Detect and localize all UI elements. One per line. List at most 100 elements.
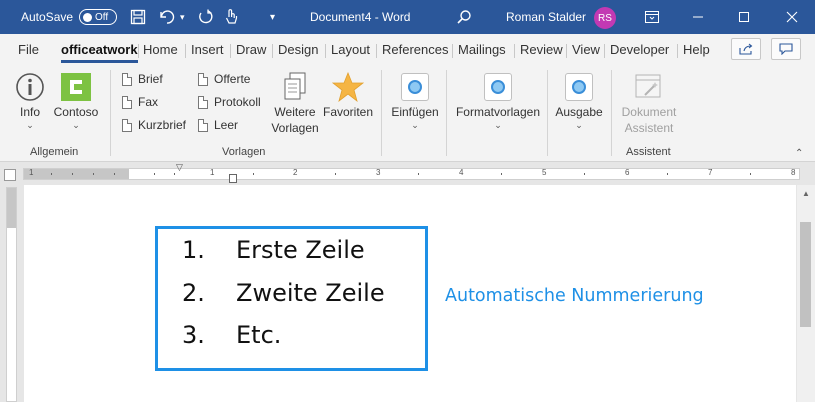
tab-design[interactable]: Design (278, 42, 318, 57)
tab-developer[interactable]: Developer (610, 42, 669, 57)
list-number: 3. (182, 321, 205, 349)
info-button[interactable]: Info ⌄ (15, 70, 45, 130)
minimize-icon[interactable] (675, 0, 721, 34)
search-icon[interactable] (456, 0, 472, 34)
document-icon (198, 95, 208, 109)
chevron-down-icon: ⌄ (575, 120, 583, 130)
autosave-toggle[interactable]: Off (79, 9, 117, 25)
undo-dropdown-icon[interactable]: ▾ (180, 0, 185, 34)
tab-draw[interactable]: Draw (236, 42, 266, 57)
ruler-number: 7 (708, 168, 713, 177)
info-label: Info (19, 105, 40, 119)
ruler-number: 5 (542, 168, 547, 177)
ausgabe-button[interactable]: Ausgabe ⌄ (553, 70, 605, 130)
tab-references[interactable]: References (382, 42, 448, 57)
template-protokoll-label: Protokoll (214, 95, 261, 109)
tab-home[interactable]: Home (143, 42, 178, 57)
chevron-down-icon: ⌄ (72, 120, 80, 130)
template-offerte-button[interactable]: Offerte (198, 72, 250, 86)
ausgabe-icon (565, 70, 593, 104)
ruler-tick (93, 173, 94, 175)
ruler-number: 8 (791, 168, 796, 177)
weitere-vorlagen-button[interactable]: Weitere Vorlagen (270, 70, 320, 136)
tab-layout[interactable]: Layout (331, 42, 370, 57)
chevron-down-icon: ⌄ (494, 120, 502, 130)
horizontal-ruler-area: 1 1 2 3 4 5 6 7 8 ▽ (0, 162, 815, 184)
group-divider (381, 70, 382, 156)
info-icon (15, 70, 45, 104)
template-leer-button[interactable]: Leer (198, 118, 238, 132)
save-icon[interactable] (130, 0, 146, 34)
document-icon (198, 72, 208, 86)
ruler-number: 2 (293, 168, 298, 177)
autosave-state: Off (95, 11, 109, 23)
document-icon (122, 118, 132, 132)
einfuegen-icon (401, 70, 429, 104)
formatvorlagen-icon (484, 70, 512, 104)
einfuegen-button[interactable]: Einfügen ⌄ (388, 70, 442, 130)
tab-insert[interactable]: Insert (191, 42, 224, 57)
ruler-tick (501, 173, 502, 175)
ribbon-tabs: File officeatwork Home Insert Draw Desig… (0, 34, 815, 64)
dokument-assistent-button[interactable]: Dokument Assistent (618, 70, 680, 136)
touch-mode-icon[interactable] (224, 0, 238, 34)
vorlagen-sub-label: Vorlagen (271, 121, 319, 135)
list-item[interactable]: 1. Erste Zeile (182, 236, 365, 264)
ruler-number: 1 (29, 168, 34, 177)
ribbon: Info ⌄ Contoso ⌄ Allgemein Brief Fax Kur… (0, 64, 815, 162)
group-divider (547, 70, 548, 156)
autosave-label: AutoSave (21, 10, 74, 24)
weitere-label: Weitere (274, 105, 316, 119)
tab-selector[interactable] (4, 169, 16, 181)
list-text: Zweite Zeile (236, 279, 385, 307)
horizontal-ruler[interactable]: 1 1 2 3 4 5 6 7 8 (23, 168, 800, 180)
ruler-tick (154, 173, 155, 175)
avatar[interactable]: RS (594, 7, 616, 29)
template-kurzbrief-button[interactable]: Kurzbrief (122, 118, 186, 132)
tab-file[interactable]: File (18, 42, 39, 57)
dokument-label: Dokument (621, 105, 677, 119)
group-label-vorlagen: Vorlagen (222, 146, 266, 158)
tab-review[interactable]: Review (520, 42, 563, 57)
redo-icon[interactable] (197, 0, 213, 34)
ruler-tick (335, 173, 336, 175)
undo-icon[interactable] (158, 0, 176, 34)
formatvorlagen-button[interactable]: Formatvorlagen ⌄ (452, 70, 544, 130)
maximize-icon[interactable] (721, 0, 767, 34)
comments-button[interactable] (771, 38, 801, 60)
tab-officeatwork[interactable]: officeatwork (61, 42, 138, 63)
scrollbar-thumb[interactable] (800, 222, 811, 327)
vertical-scrollbar[interactable]: ▲ (797, 185, 815, 402)
tab-divider (452, 44, 453, 58)
tab-view[interactable]: View (572, 42, 600, 57)
close-icon[interactable] (769, 0, 815, 34)
hanging-indent-marker[interactable] (229, 174, 237, 183)
user-name[interactable]: Roman Stalder (506, 0, 586, 34)
favoriten-button[interactable]: Favoriten (322, 70, 374, 120)
share-button[interactable] (731, 38, 761, 60)
toggle-knob (83, 12, 92, 22)
tab-mailings[interactable]: Mailings (458, 42, 506, 57)
scroll-up-icon[interactable]: ▲ (802, 189, 810, 198)
ruler-tick (114, 173, 115, 175)
vertical-ruler[interactable] (6, 187, 17, 402)
template-protokoll-button[interactable]: Protokoll (198, 95, 261, 109)
tab-divider (566, 44, 567, 58)
list-item[interactable]: 3. Etc. (182, 321, 281, 349)
title-bar: AutoSave Off ▾ ▾ Document4 - Word Roman … (0, 0, 815, 34)
customize-qat-icon[interactable]: ▾ (270, 0, 275, 34)
ribbon-display-options-icon[interactable] (629, 0, 675, 34)
template-fax-button[interactable]: Fax (122, 95, 158, 109)
first-line-indent-marker[interactable]: ▽ (176, 162, 183, 173)
contoso-button[interactable]: Contoso ⌄ (53, 70, 99, 130)
list-item[interactable]: 2. Zweite Zeile (182, 279, 385, 307)
ruler-tick (174, 173, 175, 175)
template-brief-button[interactable]: Brief (122, 72, 163, 86)
tab-divider (272, 44, 273, 58)
tab-help[interactable]: Help (683, 42, 710, 57)
tab-divider (604, 44, 605, 58)
comment-icon (779, 43, 793, 55)
ruler-tick (750, 173, 751, 175)
collapse-ribbon-icon[interactable]: ⌃ (795, 148, 803, 159)
document-icon (198, 118, 208, 132)
